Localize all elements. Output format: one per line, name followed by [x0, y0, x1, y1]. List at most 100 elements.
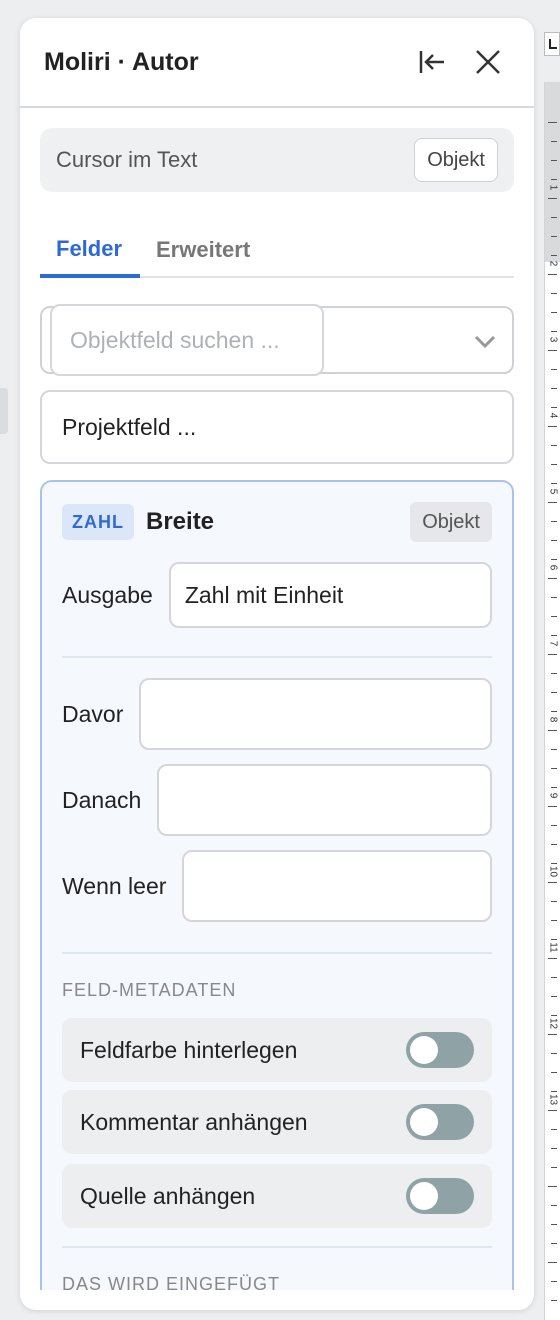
toggle-row-field-color: Feldfarbe hinterlegen [62, 1018, 492, 1082]
ruler-number: 3 [547, 336, 559, 343]
ruler-tick [551, 312, 557, 313]
metadata-section-title: FELD-METADATEN [62, 980, 237, 1000]
chevron-down-icon [474, 335, 496, 349]
ruler-tick [551, 331, 557, 332]
ruler-tick [548, 1110, 557, 1111]
toggle-row-comment: Kommentar anhängen [62, 1090, 492, 1154]
ruler-tick [551, 1072, 557, 1073]
project-field-input[interactable]: Projektfeld ... [40, 390, 514, 464]
vertical-ruler: 1 2 3 4 5 6 7 8 9 10 11 12 13 [544, 82, 560, 1320]
source-toggle[interactable] [406, 1178, 474, 1214]
ruler-tick [551, 616, 557, 617]
ruler-tick [548, 426, 557, 427]
collapse-left-icon [419, 51, 444, 73]
ruler-tick [551, 1224, 557, 1225]
ruler-number: 1 [547, 184, 559, 191]
ruler-tick [551, 540, 557, 541]
field-scope-badge: Objekt [410, 502, 492, 542]
after-row: Danach [62, 764, 492, 836]
empty-input[interactable] [182, 850, 492, 922]
ruler-tick [551, 1281, 557, 1282]
ruler-tick [551, 711, 557, 712]
divider [62, 952, 492, 954]
ruler-number: 13 [547, 1093, 559, 1106]
ruler-tick [551, 1243, 557, 1244]
ruler-tick [548, 274, 557, 275]
ruler-tick [551, 1148, 557, 1149]
toggle-label: Kommentar anhängen [80, 1108, 308, 1135]
field-name: Breite [146, 508, 215, 535]
ruler-margin-shade [545, 82, 560, 262]
collapse-panel-button[interactable] [410, 40, 454, 84]
ruler-number: 6 [547, 564, 559, 571]
ruler-tick [548, 122, 557, 123]
ruler-tick [551, 1205, 557, 1206]
ruler-tick [551, 445, 557, 446]
ruler-tick [548, 958, 557, 959]
ruler-tick [551, 521, 557, 522]
ruler-tick [551, 939, 557, 940]
ruler-tick [551, 179, 557, 180]
before-label: Davor [62, 700, 124, 727]
ruler-number: 5 [547, 488, 559, 495]
ruler-number: 7 [547, 640, 559, 647]
object-context-button[interactable]: Objekt [414, 138, 498, 182]
ruler-tick [548, 1034, 557, 1035]
close-panel-button[interactable] [466, 40, 510, 84]
ruler-tick [551, 217, 557, 218]
ruler-tick [551, 1053, 557, 1054]
object-field-search-input[interactable]: Objektfeld suchen ... [50, 304, 324, 376]
ruler-tick [551, 160, 557, 161]
ruler-tick [548, 1262, 557, 1263]
tab-erweitert[interactable]: Erweitert [140, 224, 266, 276]
empty-row: Wenn leer [62, 850, 492, 922]
ruler-number: 11 [547, 942, 559, 953]
side-panel: Moliri · Autor Cursor im Text Objekt Fel… [20, 18, 534, 1310]
ruler-tick [551, 844, 557, 845]
ruler-tick [551, 787, 557, 788]
panel-title: Moliri · Autor [44, 47, 199, 76]
divider [62, 656, 492, 658]
field-color-toggle[interactable] [406, 1032, 474, 1068]
ruler-tick [551, 692, 557, 693]
ruler-tick [551, 597, 557, 598]
tab-stop-selector[interactable] [544, 32, 560, 56]
ruler-tick [548, 730, 557, 731]
field-card-header: ZAHL Breite Objekt [62, 502, 492, 542]
ruler-number: 10 [547, 865, 559, 878]
cursor-context-text: Cursor im Text [56, 147, 198, 172]
tab-felder[interactable]: Felder [40, 224, 140, 278]
ruler-tick [551, 407, 557, 408]
ruler-tick [551, 749, 557, 750]
close-icon [476, 50, 500, 74]
field-type-badge: ZAHL [62, 504, 134, 540]
before-row: Davor [62, 678, 492, 750]
ruler-tick [551, 1300, 557, 1301]
ruler-tick [551, 388, 557, 389]
output-label: Ausgabe [62, 581, 153, 608]
toggle-label: Quelle anhängen [80, 1182, 256, 1209]
after-input[interactable] [157, 764, 492, 836]
ruler-tick [551, 863, 557, 864]
ruler-tick [551, 673, 557, 674]
ruler-number: 9 [547, 792, 559, 799]
ruler-tick [551, 825, 557, 826]
output-row: Ausgabe Zahl mit Einheit [62, 562, 492, 628]
output-select[interactable]: Zahl mit Einheit [168, 562, 492, 628]
object-field-select[interactable]: Objektfeld suchen ... [40, 304, 514, 376]
ruler-tick [548, 654, 557, 655]
ruler-tick [551, 920, 557, 921]
ruler-tick [551, 1167, 557, 1168]
ruler-tick [551, 977, 557, 978]
comment-toggle[interactable] [406, 1104, 474, 1140]
ruler-tick [551, 369, 557, 370]
ruler-tick [548, 198, 557, 199]
before-input[interactable] [139, 678, 492, 750]
ruler-tick [551, 635, 557, 636]
ruler-tick [551, 464, 557, 465]
ruler-tick [548, 350, 557, 351]
ruler-number: 8 [547, 716, 559, 723]
ruler-tick [551, 559, 557, 560]
ruler-tick [548, 578, 557, 579]
ruler-tick [551, 255, 557, 256]
